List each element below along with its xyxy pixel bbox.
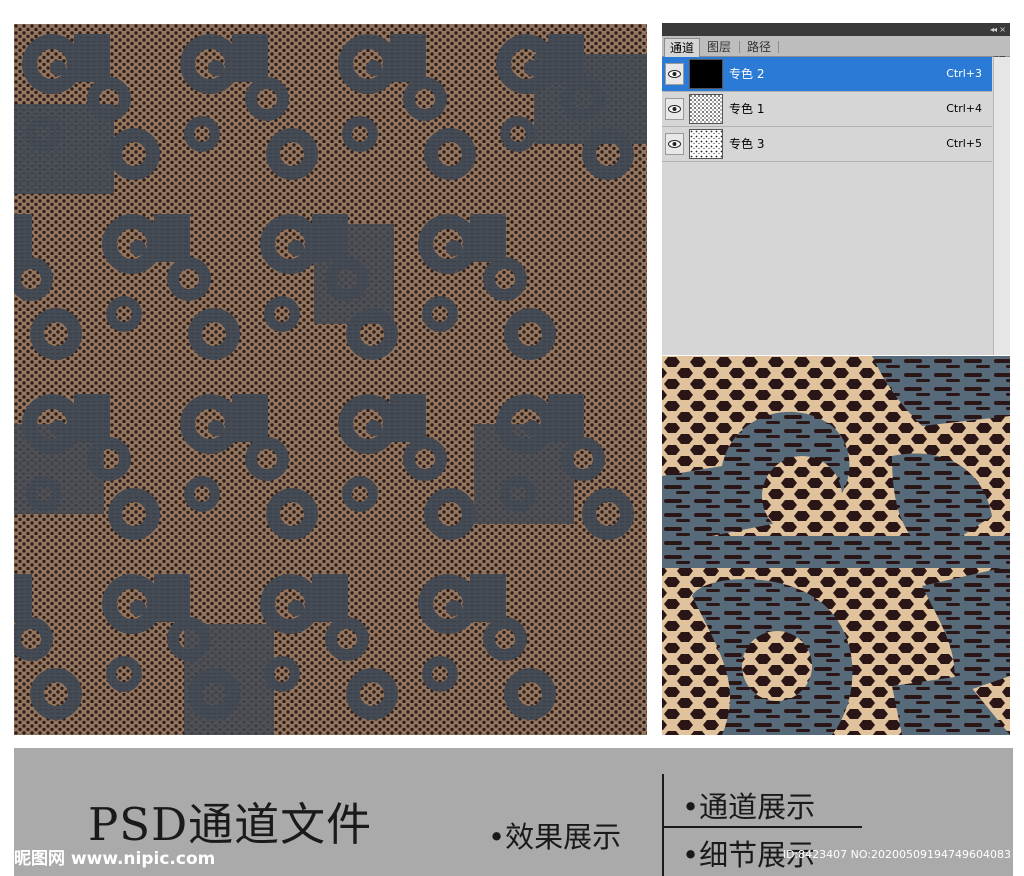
banner-item-effect: •效果展示 — [488, 820, 622, 854]
collapse-icon[interactable]: ◂◂ — [990, 23, 997, 36]
tab-paths[interactable]: 路径 — [742, 38, 776, 56]
tab-separator — [778, 41, 779, 53]
eye-icon[interactable] — [665, 133, 684, 155]
panel-scrollbar[interactable] — [993, 57, 1010, 355]
watermark-id: ID:8423407 NO:20200509194749604083 — [782, 848, 1011, 861]
channel-thumbnail — [689, 129, 723, 159]
channel-thumbnail — [689, 59, 723, 89]
panel-tab-bar: 通道 图层 路径 ▾≡ — [662, 36, 1010, 64]
banner-item-channels: •通道展示 — [682, 790, 816, 824]
watermark-site: 昵图网 www.nipic.com — [14, 849, 216, 869]
tab-channels[interactable]: 通道 — [664, 38, 700, 57]
channel-row-spot1[interactable]: 专色 1 Ctrl+4 — [662, 92, 992, 127]
eye-icon[interactable] — [665, 98, 684, 120]
channel-row-spot2[interactable]: 专色 2 Ctrl+3 — [662, 57, 992, 92]
tab-layers[interactable]: 图层 — [702, 38, 736, 56]
panel-title-bar[interactable]: ◂◂ × — [662, 23, 1010, 36]
banner-divider-horizontal — [664, 826, 862, 828]
banner-divider-vertical — [662, 774, 664, 876]
channel-name: 专色 3 — [729, 137, 765, 151]
close-icon[interactable]: × — [999, 23, 1006, 36]
channel-name: 专色 2 — [729, 67, 765, 81]
pattern-detail-preview — [662, 356, 1010, 735]
channel-thumbnail — [689, 94, 723, 124]
pattern-preview-svg — [14, 24, 647, 735]
channel-shortcut: Ctrl+4 — [946, 102, 982, 115]
pattern-preview-main — [14, 24, 647, 735]
channel-shortcut: Ctrl+5 — [946, 137, 982, 150]
channel-shortcut: Ctrl+3 — [946, 67, 982, 80]
channel-row-spot3[interactable]: 专色 3 Ctrl+5 — [662, 127, 992, 162]
tab-separator — [739, 41, 740, 53]
eye-icon[interactable] — [665, 63, 684, 85]
channels-panel: ◂◂ × 通道 图层 路径 ▾≡ 专色 2 Ctrl+3 — [662, 23, 1010, 355]
channel-name: 专色 1 — [729, 102, 765, 116]
info-banner: PSD通道文件 •效果展示 •通道展示 •细节展示 昵图网 www.nipic.… — [14, 748, 1013, 876]
pattern-detail-svg — [662, 356, 1010, 735]
